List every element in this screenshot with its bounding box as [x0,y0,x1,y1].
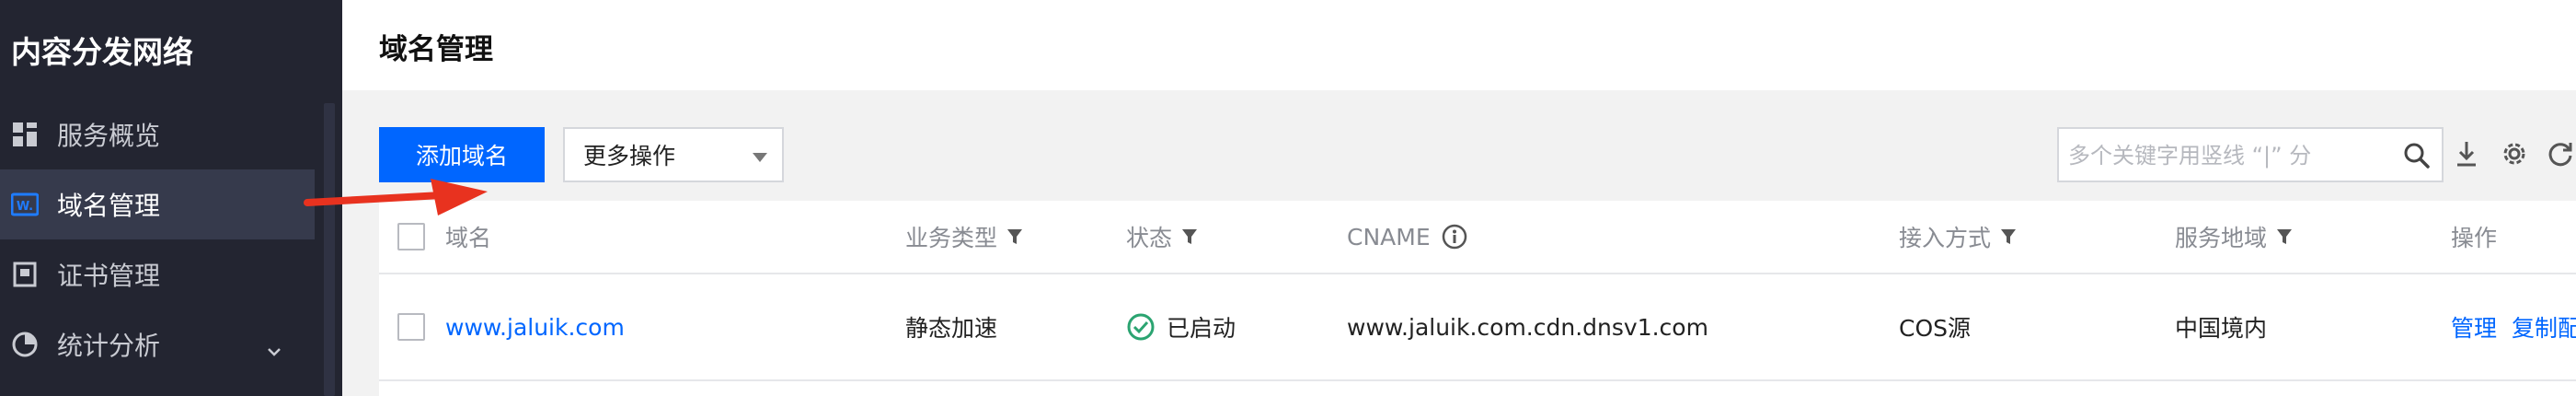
certificate-icon [11,261,39,288]
chevron-down-icon[interactable] [267,333,282,364]
more-actions-label: 更多操作 [583,143,676,169]
filter-icon[interactable] [1181,227,1198,246]
download-icon[interactable] [2451,138,2482,169]
sidebar-item-overview[interactable]: 服务概览 [0,99,315,169]
access-method: COS源 [1899,315,1972,342]
table-header: 域名 业务类型 状态 CNAME 接入方式 服务地域 操作 [379,201,2576,274]
refresh-icon[interactable] [2545,138,2576,169]
sidebar-item-certificate[interactable]: 证书管理 [0,239,315,309]
row-checkbox[interactable] [397,313,425,341]
search-box[interactable] [2057,127,2444,182]
sidebar: 内容分发网络 服务概览 W. 域名管理 证书管理 统计分析 [0,0,342,396]
column-header-label: 接入方式 [1899,225,1992,251]
column-header-label: 状态 [1126,225,1173,251]
search-icon[interactable] [2403,142,2431,173]
status-badge: 已启动 [1126,274,1236,379]
page-title: 域名管理 [379,33,493,66]
column-header-label: 业务类型 [905,225,998,251]
manage-link[interactable]: 管理 [2451,274,2497,379]
caret-down-icon [753,153,767,162]
grid-icon [11,121,39,148]
sidebar-item-label: 服务概览 [57,121,161,151]
column-header-cname: CNAME [1347,201,1467,273]
sidebar-title: 内容分发网络 [11,34,193,70]
red-arrow-annotation [304,179,488,215]
add-domain-button[interactable]: 添加域名 [379,127,545,182]
filter-icon[interactable] [2276,227,2293,246]
table-row: www.jaluik.com 静态加速 已启动 www.jaluik.com.c… [379,274,2576,381]
column-header-access[interactable]: 接入方式 [1899,201,2017,273]
domain-link[interactable]: www.jaluik.com [445,274,625,379]
sidebar-item-statistics[interactable]: 统计分析 [0,309,315,379]
copy-config-link[interactable]: 复制配置 [2512,274,2576,379]
cname-value: www.jaluik.com.cdn.dnsv1.com [1347,313,1708,341]
column-header-actions: 操作 [2451,225,2498,251]
svg-text:W.: W. [17,200,33,214]
gear-icon[interactable] [2499,138,2530,169]
domain-table: 域名 业务类型 状态 CNAME 接入方式 服务地域 操作 www.jaluik… [379,201,2576,396]
sidebar-scrollbar[interactable] [324,103,335,396]
check-circle-icon [1126,312,1156,342]
domain-icon: W. [11,191,39,218]
select-all-checkbox[interactable] [397,223,425,250]
column-header-region[interactable]: 服务地域 [2175,201,2293,273]
service-region: 中国境内 [2175,315,2268,342]
filter-icon[interactable] [2000,227,2017,246]
more-actions-dropdown[interactable]: 更多操作 [563,127,784,182]
sidebar-item-label: 域名管理 [57,191,161,221]
page-header: 域名管理 [342,0,2576,90]
sidebar-item-label: 证书管理 [57,261,161,291]
column-header-label: CNAME [1347,223,1431,250]
row-select-cell [397,274,425,379]
column-header-status[interactable]: 状态 [1126,201,1198,273]
sidebar-item-label: 统计分析 [57,331,161,361]
business-type: 静态加速 [905,315,998,342]
filter-icon[interactable] [1006,227,1023,246]
sidebar-item-domain-management[interactable]: W. 域名管理 [0,169,315,239]
status-text: 已启动 [1167,315,1236,342]
column-header-label: 服务地域 [2175,225,2268,251]
pie-chart-icon [11,331,39,358]
search-input[interactable] [2068,138,2390,173]
column-header-type[interactable]: 业务类型 [905,201,1023,273]
info-icon[interactable] [1442,224,1467,250]
